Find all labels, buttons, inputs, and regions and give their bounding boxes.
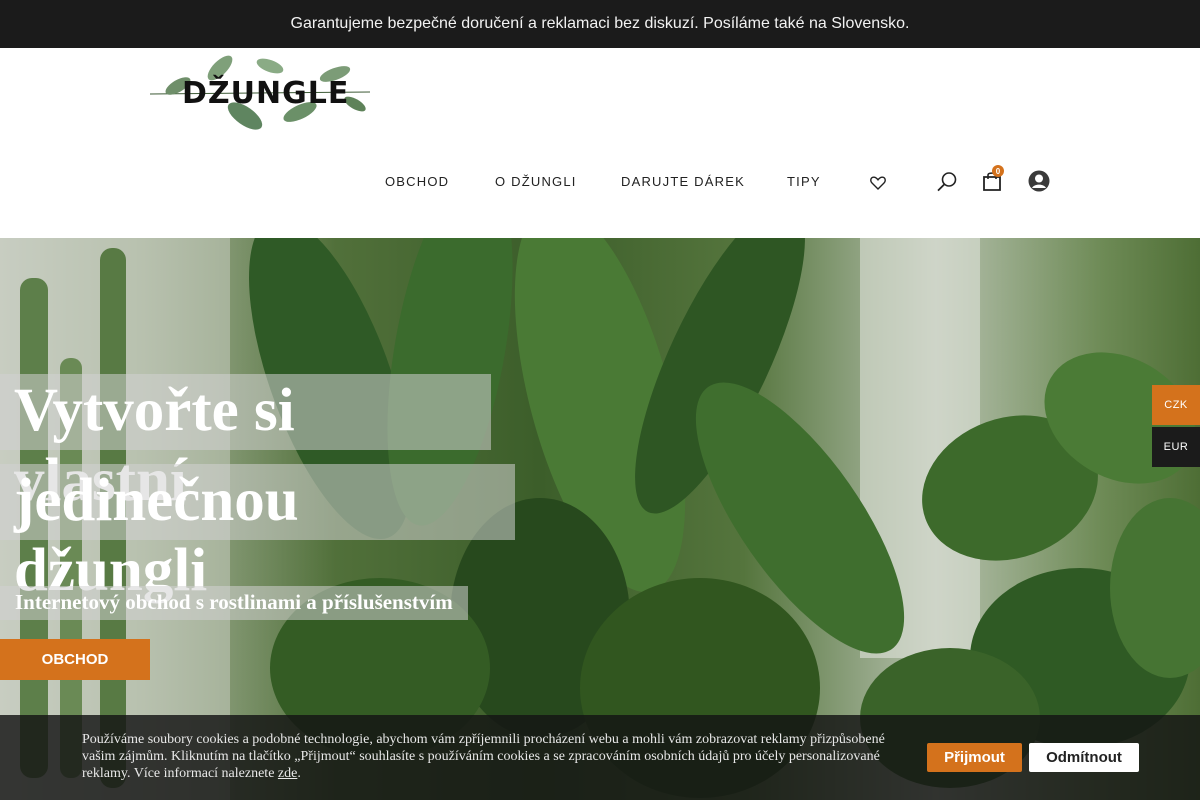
shopping-bag-icon[interactable]: 0 <box>981 165 1004 193</box>
header: DŽUNGLE OBCHOD O DŽUNGLI DARUJTE DÁREK T… <box>0 48 1200 238</box>
user-icon[interactable] <box>1027 169 1051 193</box>
cookie-text: Používáme soubory cookies a podobné tech… <box>82 732 885 781</box>
nav-item-o-dzungli[interactable]: O DŽUNGLI <box>495 174 577 189</box>
hero-title-line2-backdrop: jedinečnou džungli <box>0 464 515 604</box>
currency-eur[interactable]: EUR <box>1152 427 1200 467</box>
hero-title-line1-backdrop: Vytvořte si vlastní <box>0 374 491 514</box>
logo-text: DŽUNGLE <box>182 76 350 111</box>
search-icon[interactable] <box>935 170 959 194</box>
cookie-more-link[interactable]: zde <box>278 766 297 781</box>
heart-icon[interactable] <box>869 174 887 192</box>
cookie-period: . <box>297 766 301 781</box>
hero-subtitle: Internetový obchod s rostlinami a příslu… <box>15 590 453 614</box>
logo[interactable]: DŽUNGLE <box>149 54 372 134</box>
announcement-bar: Garantujeme bezpečné doručení a reklamac… <box>0 0 1200 48</box>
nav-item-obchod[interactable]: OBCHOD <box>385 174 449 189</box>
cart-count-badge: 0 <box>992 165 1004 177</box>
hero-shop-button[interactable]: OBCHOD <box>0 639 150 680</box>
main-nav: OBCHOD O DŽUNGLI DARUJTE DÁREK TIPY 0 <box>0 165 1200 202</box>
cookie-text-block: Používáme soubory cookies a podobné tech… <box>82 731 897 782</box>
nav-item-tipy[interactable]: TIPY <box>787 174 821 189</box>
hero-title-line2: jedinečnou džungli <box>14 467 299 604</box>
currency-czk[interactable]: CZK <box>1152 385 1200 425</box>
cookie-reject-button[interactable]: Odmítnout <box>1029 743 1139 772</box>
hero-subtitle-backdrop: Internetový obchod s rostlinami a příslu… <box>0 586 468 620</box>
nav-item-darujte-darek[interactable]: DARUJTE DÁREK <box>621 174 745 189</box>
cookie-banner: Používáme soubory cookies a podobné tech… <box>0 715 1200 800</box>
cookie-accept-button[interactable]: Přijmout <box>927 743 1022 772</box>
announcement-text: Garantujeme bezpečné doručení a reklamac… <box>290 15 910 32</box>
